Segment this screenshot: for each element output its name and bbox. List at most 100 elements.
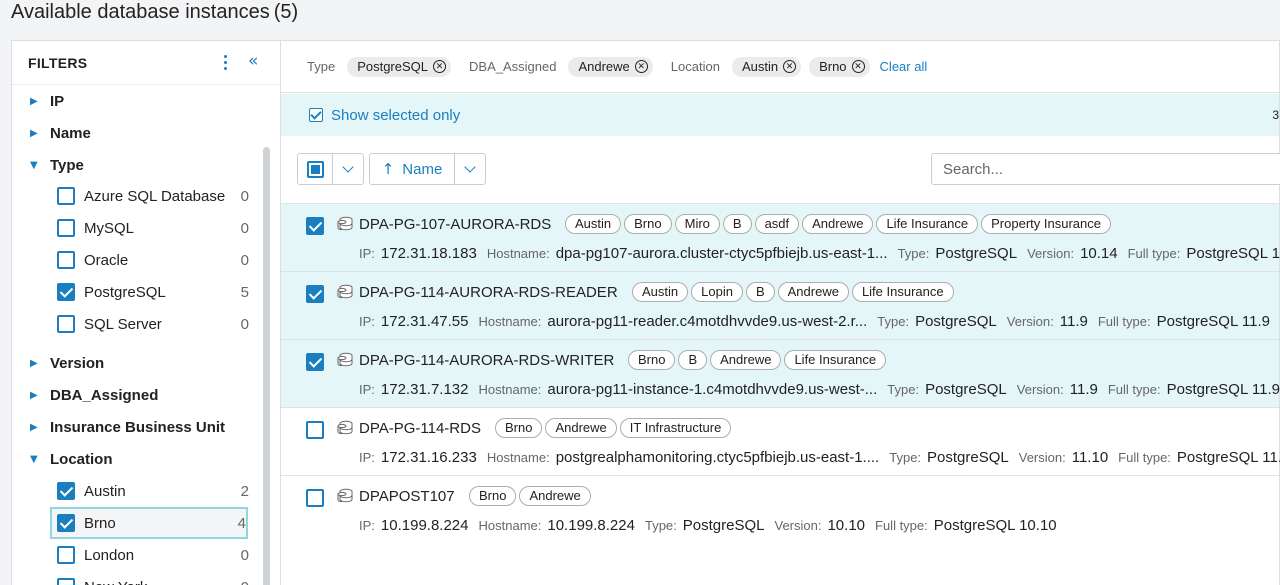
row-checkbox[interactable] xyxy=(306,285,324,303)
sort-label: Name xyxy=(402,160,443,178)
selected-count: 3 xyxy=(1272,108,1279,122)
instance-name[interactable]: DPA-PG-107-AURORA-RDS xyxy=(359,216,551,233)
instance-row[interactable]: DPA-PG-114-AURORA-RDS-READER Austin Lopin B… xyxy=(281,271,1279,339)
row-checkbox[interactable] xyxy=(306,217,324,235)
filters-sidebar: FILTERS « ▶ IP ▶ Name ▼ Type Azure SQL Data… xyxy=(11,40,280,585)
instance-row[interactable]: DPA-PG-114-AURORA-RDS-WRITER Brno B Andrewe… xyxy=(281,339,1280,407)
filter-chip-andrewe: Andrewe ✕ xyxy=(568,56,653,77)
sort-options-button[interactable] xyxy=(454,153,486,185)
filter-option-austin[interactable]: Austin 2 xyxy=(52,477,249,505)
filter-option-oracle[interactable]: Oracle 0 xyxy=(52,246,249,274)
meta-label-type: Type: xyxy=(644,518,677,533)
instance-row[interactable]: DPA-PG-114-RDS Brno Andrewe IT Infrastructu… xyxy=(281,407,1280,475)
meta-value-hostname: postgrealphamonitoring.ctyc5pfbiejb.us-e… xyxy=(555,449,880,466)
meta-label-full-type: Full type: xyxy=(1127,246,1181,261)
more-options-icon[interactable] xyxy=(220,54,232,72)
caret-down-icon: ▼ xyxy=(30,159,38,171)
sidebar-scrollbar[interactable] xyxy=(263,147,270,585)
meta-label-ip: IP: xyxy=(359,314,375,329)
filter-group-version[interactable]: ▶ Version xyxy=(12,351,104,375)
instance-name[interactable]: DPA-PG-114-RDS xyxy=(359,420,481,437)
sort-by-name-button[interactable]: ↑ Name xyxy=(369,153,455,185)
search-input[interactable] xyxy=(931,153,1280,185)
collapse-sidebar-icon[interactable]: « xyxy=(248,51,258,71)
caret-right-icon: ▶ xyxy=(30,389,38,401)
tag-asdf: asdf xyxy=(754,214,800,234)
chevron-down-icon xyxy=(464,161,476,173)
filter-group-ip[interactable]: ▶ IP xyxy=(12,89,64,113)
clear-all-link[interactable]: Clear all xyxy=(880,59,928,74)
meta-value-full-type: PostgreSQL 11.10 xyxy=(1176,449,1280,466)
meta-label-version: Version: xyxy=(774,518,822,533)
caret-right-icon: ▶ xyxy=(30,95,38,107)
filter-chip-label: Brno xyxy=(819,59,847,74)
meta-label-type: Type: xyxy=(889,450,922,465)
meta-value-hostname: dpa-pg107-aurora.cluster-ctyc5pfbiejb.us… xyxy=(555,245,888,262)
remove-chip-icon[interactable]: ✕ xyxy=(783,60,797,73)
filter-group-type[interactable]: ▼ Type xyxy=(12,153,84,177)
filter-group-insurance-business-unit[interactable]: ▶ Insurance Business Unit xyxy=(12,415,225,439)
instance-meta: IP: 172.31.7.132 Hostname: aurora-pg11-inst… xyxy=(359,381,1280,398)
checkbox[interactable] xyxy=(57,283,75,301)
meta-value-version: 10.10 xyxy=(827,517,866,534)
filter-option-postgresql[interactable]: PostgreSQL 5 xyxy=(52,278,249,306)
filter-option-count: 0 xyxy=(240,251,249,269)
filter-option-count: 0 xyxy=(240,546,249,564)
row-checkbox[interactable] xyxy=(306,489,324,507)
instance-row[interactable]: DPA-PG-107-AURORA-RDS Austin Brno Miro Basdf… xyxy=(281,203,1280,271)
caret-right-icon: ▶ xyxy=(30,357,38,369)
select-options-button[interactable] xyxy=(332,153,364,185)
checkbox[interactable] xyxy=(57,187,75,205)
row-checkbox[interactable] xyxy=(306,421,324,439)
filter-group-dba-assigned[interactable]: ▶ DBA_Assigned xyxy=(12,383,158,407)
show-selected-only-link[interactable]: Show selected only xyxy=(331,107,460,124)
chevron-down-icon xyxy=(342,161,354,173)
checkbox[interactable] xyxy=(57,482,75,500)
meta-label-hostname: Hostname: xyxy=(486,450,550,465)
checkbox[interactable] xyxy=(57,251,75,269)
filter-option-new-york[interactable]: New York0 xyxy=(52,573,249,585)
filter-option-label: Azure SQL Database xyxy=(84,187,226,205)
remove-chip-icon[interactable]: ✕ xyxy=(634,60,648,73)
selection-bar: Show selected only 3 xyxy=(281,94,1279,136)
instance-meta: IP: 172.31.16.233 Hostname: postgrealphamon… xyxy=(359,449,1280,466)
row-checkbox[interactable] xyxy=(306,353,324,371)
filter-option-label: Austin xyxy=(84,482,126,500)
filter-option-sql-server[interactable]: SQL Server 0 xyxy=(52,310,249,338)
instance-tags: Austin Lopin B Andrewe Life Insurance xyxy=(632,282,957,302)
instance-meta: IP: 172.31.18.183 Hostname: dpa-pg107-auror… xyxy=(359,245,1280,262)
meta-label-ip: IP: xyxy=(359,450,375,465)
meta-value-ip: 172.31.47.55 xyxy=(380,313,469,330)
checkbox[interactable] xyxy=(57,546,75,564)
meta-value-type: PostgreSQL xyxy=(927,449,1009,466)
remove-chip-icon[interactable]: ✕ xyxy=(851,60,865,73)
caret-right-icon: ▶ xyxy=(30,421,38,433)
meta-label-hostname: Hostname: xyxy=(478,314,542,329)
instance-name[interactable]: DPA-PG-114-AURORA-RDS-WRITER xyxy=(359,352,614,369)
tag-life-insurance: Life Insurance xyxy=(851,282,954,302)
meta-label-hostname: Hostname: xyxy=(478,518,542,533)
select-all-button[interactable] xyxy=(297,153,333,185)
filter-option-mysql[interactable]: MySQL 0 xyxy=(52,214,249,242)
instance-name[interactable]: DPAPOST107 xyxy=(359,488,455,505)
tag-austin: Austin xyxy=(632,282,689,302)
instance-name[interactable]: DPA-PG-114-AURORA-RDS-READER xyxy=(359,284,618,301)
filter-option-count: 0 xyxy=(240,187,249,205)
checkbox[interactable] xyxy=(57,315,75,333)
filter-option-brno[interactable]: Brno 4 xyxy=(50,507,248,539)
remove-chip-icon[interactable]: ✕ xyxy=(433,60,447,73)
tag-life-insurance: Life Insurance xyxy=(876,214,979,234)
instance-row[interactable]: DPAPOST107 Brno Andrewe IP: 10.199.8.224 Host… xyxy=(281,475,1279,543)
filter-group-name[interactable]: ▶ Name xyxy=(12,121,91,145)
meta-label-version: Version: xyxy=(1006,314,1054,329)
tag-b: B xyxy=(678,350,708,370)
meta-label-version: Version: xyxy=(1027,246,1075,261)
filter-option-count: 0 xyxy=(240,315,249,333)
checkbox[interactable] xyxy=(57,219,75,237)
filter-option-azure-sql-database[interactable]: Azure SQL Database 0 xyxy=(52,182,249,210)
filter-option-london[interactable]: London 0 xyxy=(52,541,249,569)
tag-austin: Austin xyxy=(565,214,622,234)
checkbox[interactable] xyxy=(57,578,75,585)
checkbox[interactable] xyxy=(57,514,75,532)
filter-group-location[interactable]: ▼ Location xyxy=(12,447,113,471)
